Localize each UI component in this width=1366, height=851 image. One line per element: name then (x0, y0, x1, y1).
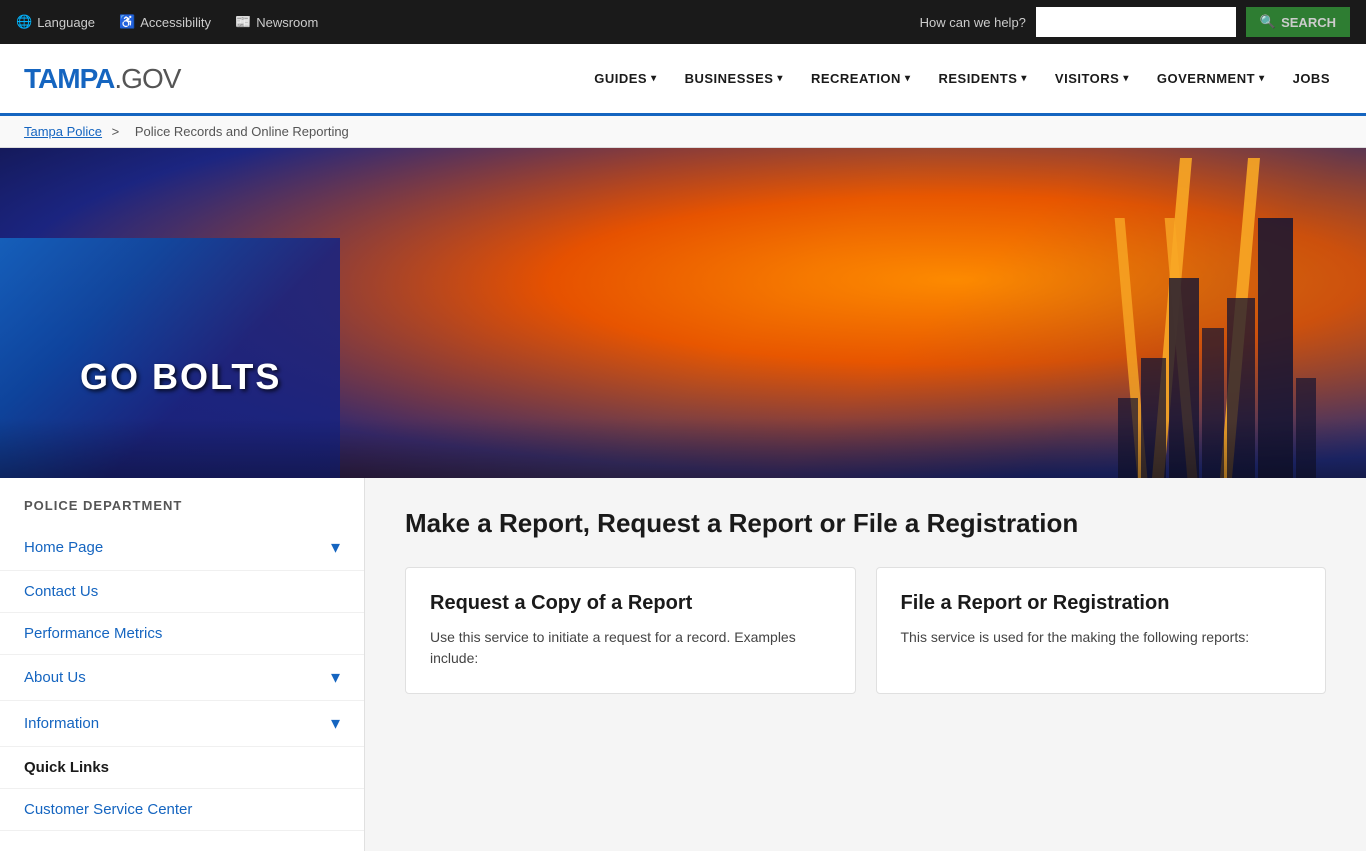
nav-government[interactable]: GOVERNMENT ▾ (1145, 43, 1277, 115)
top-bar-search: How can we help? SEARCH (920, 7, 1350, 37)
sidebar-item-label: Home Page (24, 539, 103, 556)
card-title: File a Report or Registration (901, 592, 1302, 615)
language-link[interactable]: Language (16, 14, 95, 30)
sidebar-item-label: About Us (24, 669, 86, 686)
page-title: Make a Report, Request a Report or File … (405, 508, 1326, 539)
accessibility-label: Accessibility (140, 15, 211, 30)
sidebar-item-aboutus[interactable]: About Us ▾ (0, 655, 364, 701)
sidebar-item-information[interactable]: Information ▾ (0, 701, 364, 747)
sidebar-section-title: POLICE DEPARTMENT (0, 498, 364, 525)
nav-government-label: GOVERNMENT (1157, 71, 1255, 86)
nav-jobs-label: JOBS (1293, 71, 1330, 86)
nav-businesses-label: BUSINESSES (685, 71, 774, 86)
accessibility-icon (119, 14, 135, 30)
search-button-label: SEARCH (1281, 15, 1336, 30)
newsroom-label: Newsroom (256, 15, 318, 30)
nav-guides-label: GUIDES (594, 71, 647, 86)
nav-businesses[interactable]: BUSINESSES ▾ (673, 43, 795, 115)
logo-gov: .GOV (114, 63, 180, 94)
nav-residents-label: RESIDENTS (938, 71, 1017, 86)
breadcrumb: Tampa Police > Police Records and Online… (0, 116, 1366, 148)
top-bar-links: Language Accessibility Newsroom (16, 14, 318, 30)
sidebar-item-label: Contact Us (24, 583, 98, 600)
search-prompt: How can we help? (920, 15, 1026, 30)
sidebar-item-label: Performance Metrics (24, 625, 162, 642)
sidebar-item-performancemetrics[interactable]: Performance Metrics (0, 613, 364, 655)
card-text: This service is used for the making the … (901, 627, 1302, 648)
chevron-down-icon: ▾ (1123, 73, 1129, 84)
card-request-report: Request a Copy of a Report Use this serv… (405, 567, 856, 694)
chevron-down-icon: ▾ (1259, 73, 1265, 84)
sidebar: POLICE DEPARTMENT Home Page ▾ Contact Us… (0, 478, 365, 851)
cards-row: Request a Copy of a Report Use this serv… (405, 567, 1326, 694)
card-file-report: File a Report or Registration This servi… (876, 567, 1327, 694)
breadcrumb-parent[interactable]: Tampa Police (24, 124, 102, 139)
sidebar-item-quicklinks[interactable]: Quick Links (0, 747, 364, 789)
header: TAMPA.GOV GUIDES ▾ BUSINESSES ▾ RECREATI… (0, 44, 1366, 116)
breadcrumb-current: Police Records and Online Reporting (135, 124, 349, 139)
nav-residents[interactable]: RESIDENTS ▾ (926, 43, 1038, 115)
chevron-down-icon: ▾ (1021, 73, 1027, 84)
nav-visitors-label: VISITORS (1055, 71, 1119, 86)
main-nav: GUIDES ▾ BUSINESSES ▾ RECREATION ▾ RESID… (582, 43, 1342, 115)
nav-recreation[interactable]: RECREATION ▾ (799, 43, 923, 115)
language-icon (16, 14, 32, 30)
sidebar-item-label: Information (24, 715, 99, 732)
content-area: Make a Report, Request a Report or File … (365, 478, 1366, 851)
logo-tampa: TAMPA (24, 63, 114, 94)
hero-image: GO BOLTS (0, 148, 1366, 478)
expand-icon: ▾ (331, 667, 340, 688)
card-title: Request a Copy of a Report (430, 592, 831, 615)
nav-visitors[interactable]: VISITORS ▾ (1043, 43, 1141, 115)
hero-bolts-text: GO BOLTS (80, 356, 281, 398)
newsroom-link[interactable]: Newsroom (235, 14, 318, 30)
chevron-down-icon: ▾ (905, 73, 911, 84)
sidebar-item-homepage[interactable]: Home Page ▾ (0, 525, 364, 571)
expand-icon: ▾ (331, 537, 340, 558)
hero-overlay (0, 418, 1366, 478)
sidebar-item-contactus[interactable]: Contact Us (0, 571, 364, 613)
sidebar-item-label: Customer Service Center (24, 801, 192, 818)
search-icon (1260, 14, 1276, 30)
accessibility-link[interactable]: Accessibility (119, 14, 211, 30)
main-content: POLICE DEPARTMENT Home Page ▾ Contact Us… (0, 478, 1366, 851)
chevron-down-icon: ▾ (651, 73, 657, 84)
nav-guides[interactable]: GUIDES ▾ (582, 43, 668, 115)
logo[interactable]: TAMPA.GOV (24, 63, 180, 95)
search-button[interactable]: SEARCH (1246, 7, 1350, 37)
language-label: Language (37, 15, 95, 30)
newsroom-icon (235, 14, 251, 30)
card-text: Use this service to initiate a request f… (430, 627, 831, 669)
chevron-down-icon: ▾ (777, 73, 783, 84)
top-bar: Language Accessibility Newsroom How can … (0, 0, 1366, 44)
nav-recreation-label: RECREATION (811, 71, 901, 86)
nav-jobs[interactable]: JOBS (1281, 43, 1342, 115)
sidebar-item-customerservice[interactable]: Customer Service Center (0, 789, 364, 831)
breadcrumb-separator: > (112, 124, 120, 139)
search-input[interactable] (1036, 7, 1236, 37)
expand-icon: ▾ (331, 713, 340, 734)
